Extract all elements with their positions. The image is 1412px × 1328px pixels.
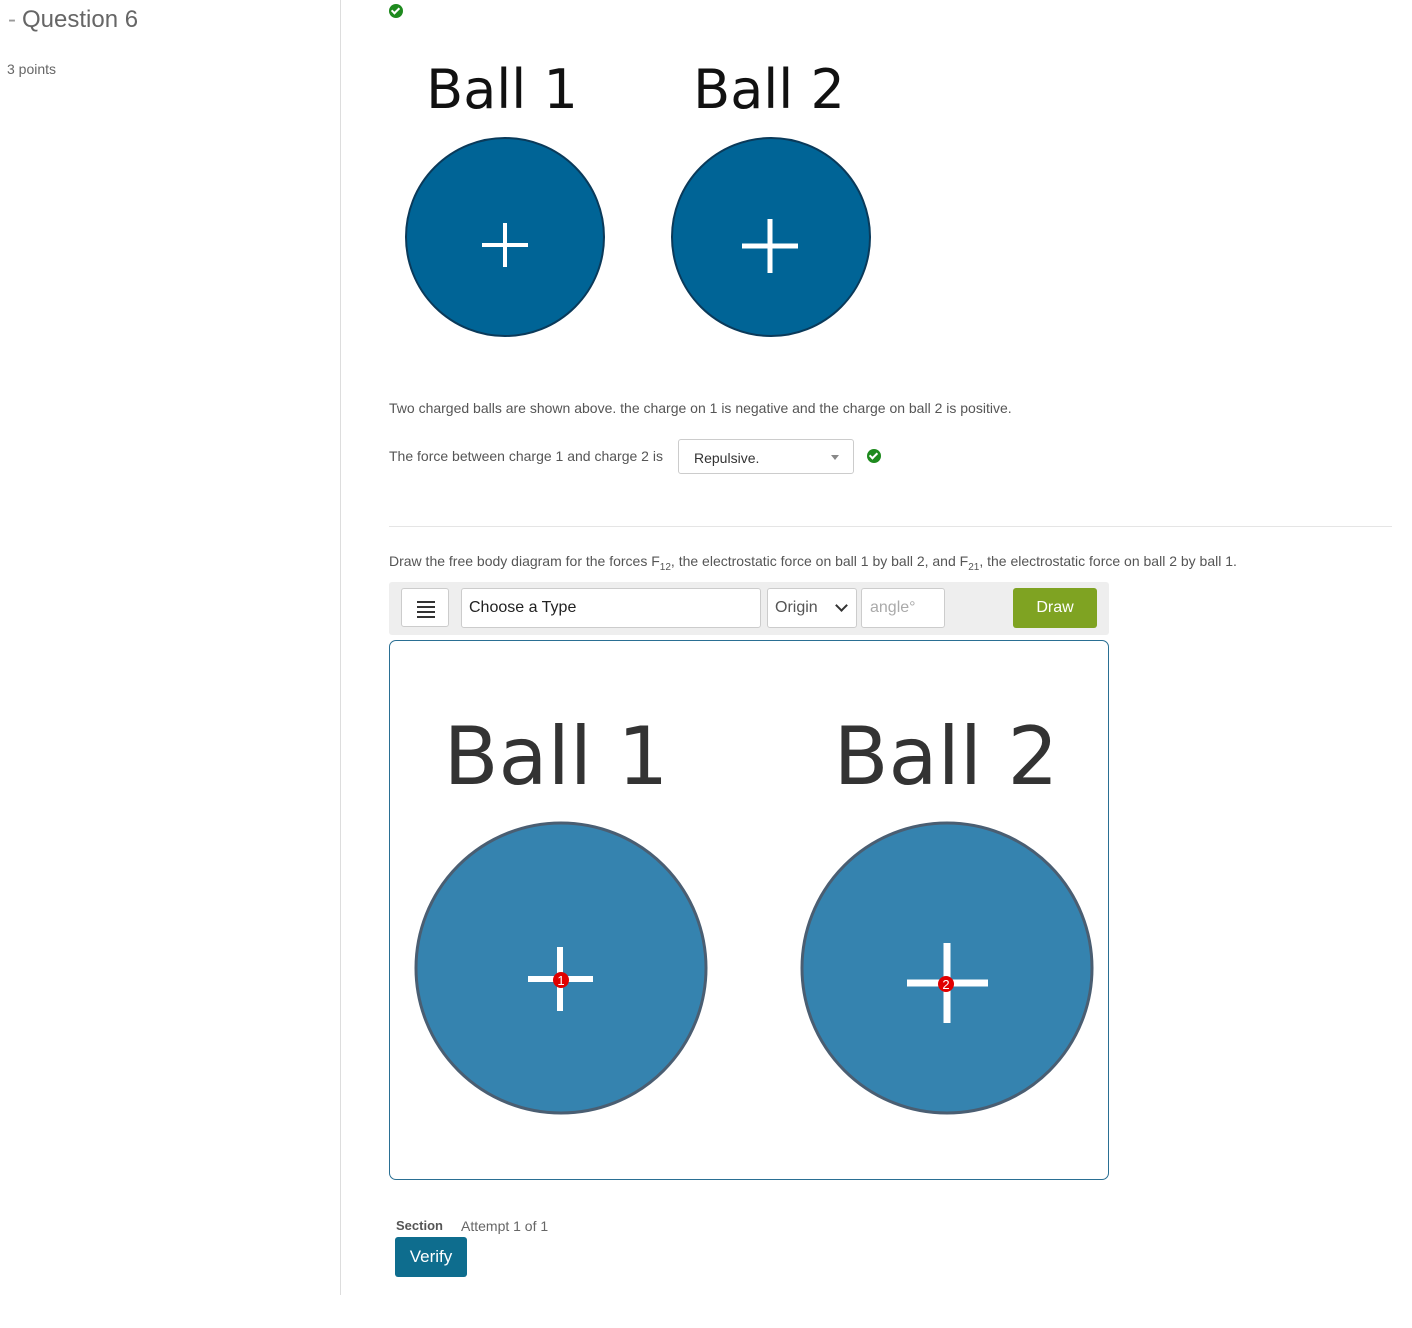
question-points: 3 points <box>7 61 57 77</box>
attempt-text: Attempt 1 of 1 <box>461 1218 549 1234</box>
ball2-label: Ball 2 <box>693 58 845 121</box>
force-type-select[interactable]: Repulsive. <box>678 439 854 474</box>
vector-type-select[interactable]: Choose a Type <box>461 588 761 628</box>
fbd-toolbar: Choose a Type Origin Draw <box>389 582 1109 635</box>
canvas-ball1-label: Ball 1 <box>444 710 669 803</box>
origin-point-1-label: 1 <box>557 973 564 988</box>
origin-select[interactable]: Origin <box>767 588 857 628</box>
f12-subscript: 12 <box>659 561 671 573</box>
verify-button[interactable]: Verify <box>395 1237 467 1277</box>
force-prompt: The force between charge 1 and charge 2 … <box>389 448 663 464</box>
fbd-instruction: Draw the free body diagram for the force… <box>389 553 1237 573</box>
origin-value: Origin <box>775 599 818 616</box>
force-type-value: Repulsive. <box>694 450 760 466</box>
origin-point-2-label: 2 <box>942 977 949 992</box>
collapse-dash-icon: - <box>8 6 16 33</box>
section-label: Section <box>396 1218 443 1233</box>
chevron-down-icon <box>835 599 848 612</box>
section-divider <box>389 526 1392 527</box>
fbd-instruction-part2: , the electrostatic force on ball 1 by b… <box>670 553 969 569</box>
answer-correct-check-icon <box>867 449 881 463</box>
ball1-label: Ball 1 <box>426 58 578 121</box>
correct-check-icon <box>389 4 403 18</box>
menu-button[interactable] <box>401 588 449 627</box>
canvas-ball2-label: Ball 2 <box>834 710 1059 803</box>
question-title[interactable]: - Question 6 <box>8 6 138 34</box>
question-title-text: Question 6 <box>22 6 139 33</box>
caret-down-icon <box>831 455 839 460</box>
problem-description: Two charged balls are shown above. the c… <box>389 400 1012 416</box>
f21-subscript: 21 <box>968 561 980 573</box>
angle-input[interactable] <box>861 588 945 628</box>
fbd-canvas-drawing: Ball 1 Ball 2 1 2 <box>414 710 1094 1115</box>
fbd-instruction-part1: Draw the free body diagram for the force… <box>389 553 660 569</box>
fbd-canvas[interactable]: Ball 1 Ball 2 1 2 <box>389 640 1109 1180</box>
charged-balls-figure: Ball 1 Ball 2 <box>405 58 871 337</box>
fbd-instruction-part3: , the electrostatic force on ball 2 by b… <box>979 553 1237 569</box>
menu-icon <box>417 601 435 603</box>
vector-type-value: Choose a Type <box>469 599 577 616</box>
question-sidebar: - Question 6 3 points <box>0 0 341 1295</box>
draw-button[interactable]: Draw <box>1013 588 1097 628</box>
